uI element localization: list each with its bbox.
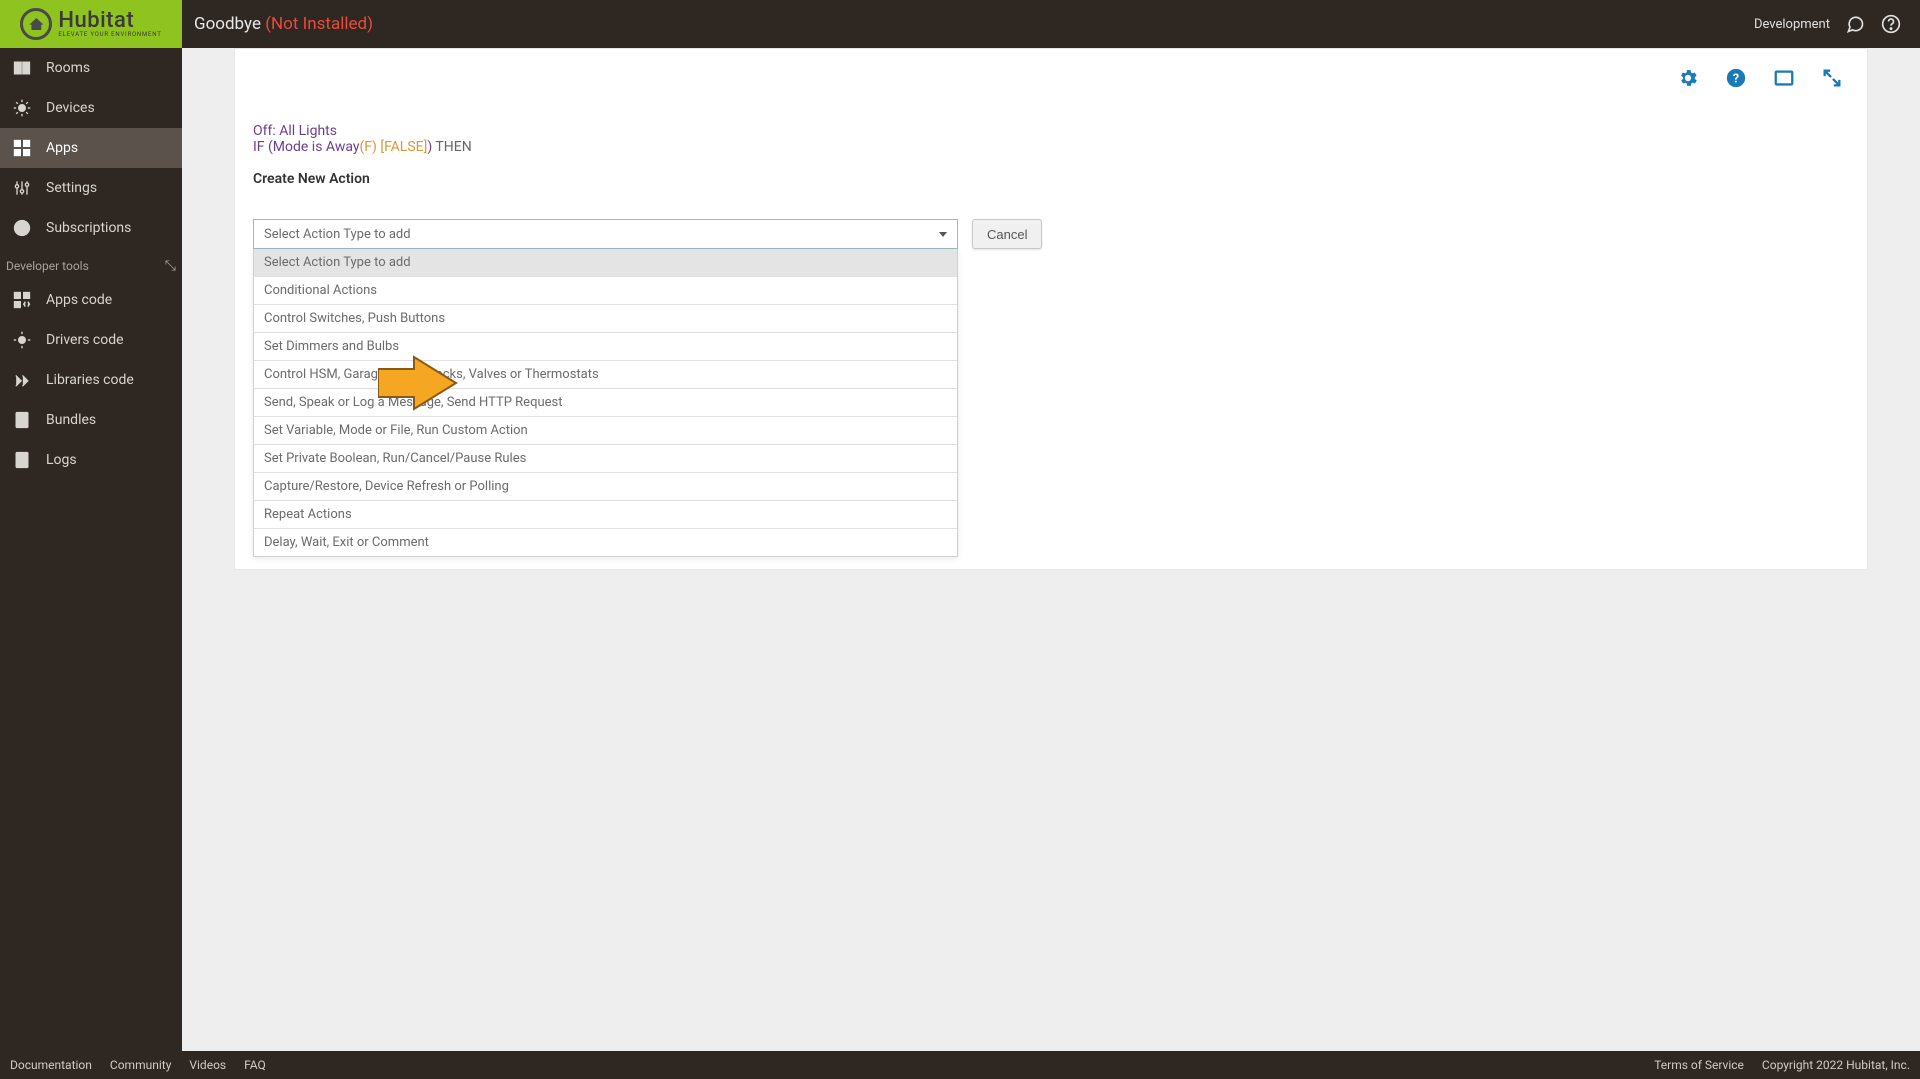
sidebar-item-label: Settings [46, 180, 97, 196]
rule-if: IF (Mode is Away [253, 139, 359, 155]
dropdown-option[interactable]: Select Action Type to add [254, 249, 957, 276]
sidebar-item-drivers-code[interactable]: Drivers code [0, 320, 182, 360]
sidebar-item-libraries-code[interactable]: Libraries code [0, 360, 182, 400]
sidebar-item-label: Subscriptions [46, 220, 131, 236]
cancel-button[interactable]: Cancel [972, 219, 1042, 249]
logo-main: Hubitat [58, 10, 161, 32]
main-content: ? Off: All Lights IF (Mode is Away(F) [F… [182, 48, 1920, 1051]
sidebar: Rooms Devices Apps Settings Subscription… [0, 48, 182, 1051]
apps-icon [12, 138, 32, 158]
card-toolbar: ? [253, 63, 1849, 123]
sidebar-item-logs[interactable]: Logs [0, 440, 182, 480]
dropdown-option[interactable]: Repeat Actions [254, 500, 957, 528]
dropdown-option[interactable]: Set Private Boolean, Run/Cancel/Pause Ru… [254, 444, 957, 472]
window-icon[interactable] [1773, 67, 1795, 93]
sidebar-item-subscriptions[interactable]: Subscriptions [0, 208, 182, 248]
sidebar-item-rooms[interactable]: Rooms [0, 48, 182, 88]
action-type-select[interactable]: Select Action Type to add [253, 219, 958, 249]
sidebar-item-label: Logs [46, 452, 77, 468]
sidebar-item-bundles[interactable]: Bundles [0, 400, 182, 440]
title-text: Goodbye [194, 14, 261, 34]
create-new-action-label: Create New Action [253, 171, 1849, 187]
rule-line-2: IF (Mode is Away(F) [FALSE]) THEN [253, 139, 1849, 155]
development-label: Development [1754, 17, 1830, 32]
libraries-code-icon [12, 370, 32, 390]
action-type-select-wrap: Select Action Type to add Select Action … [253, 219, 958, 249]
sidebar-item-label: Bundles [46, 412, 96, 428]
footer-link-documentation[interactable]: Documentation [10, 1058, 92, 1072]
action-type-dropdown: Select Action Type to add Conditional Ac… [253, 249, 958, 557]
dropdown-option[interactable]: Capture/Restore, Device Refresh or Polli… [254, 472, 957, 500]
drivers-code-icon [12, 330, 32, 350]
footer-tos[interactable]: Terms of Service [1654, 1058, 1744, 1072]
footer-link-videos[interactable]: Videos [189, 1058, 226, 1072]
logo-icon [20, 8, 52, 40]
footer-link-faq[interactable]: FAQ [244, 1058, 266, 1072]
chat-icon[interactable] [1844, 13, 1866, 35]
footer-link-community[interactable]: Community [110, 1058, 171, 1072]
devices-icon [12, 98, 32, 118]
dropdown-option[interactable]: Set Dimmers and Bulbs [254, 332, 957, 360]
sidebar-item-label: Drivers code [46, 332, 124, 348]
dropdown-option[interactable]: Send, Speak or Log a Message, Send HTTP … [254, 388, 957, 416]
annotation-arrow [378, 355, 458, 415]
footer-copyright: Copyright 2022 Hubitat, Inc. [1762, 1058, 1910, 1072]
logs-icon [12, 450, 32, 470]
footer: Documentation Community Videos FAQ Terms… [0, 1051, 1920, 1079]
rule-condition-result: (F) [FALSE] [359, 139, 427, 155]
card: ? Off: All Lights IF (Mode is Away(F) [F… [234, 48, 1868, 570]
sidebar-item-label: Devices [46, 100, 95, 116]
sidebar-item-label: Rooms [46, 60, 90, 76]
sidebar-item-label: Libraries code [46, 372, 134, 388]
dropdown-option[interactable]: Set Variable, Mode or File, Run Custom A… [254, 416, 957, 444]
collapse-icon[interactable]: ⤡ [165, 258, 176, 274]
logo-text: Hubitat ELEVATE YOUR ENVIRONMENT [58, 10, 161, 38]
help-icon[interactable] [1880, 13, 1902, 35]
help-icon[interactable]: ? [1725, 67, 1747, 93]
select-value: Select Action Type to add [264, 227, 411, 242]
developer-tools-label: Developer tools [6, 259, 89, 273]
bundles-icon [12, 410, 32, 430]
dropdown-option[interactable]: Delay, Wait, Exit or Comment [254, 528, 957, 556]
sidebar-item-label: Apps code [46, 292, 112, 308]
rule-line-1: Off: All Lights [253, 123, 1849, 139]
sidebar-item-apps-code[interactable]: Apps code [0, 280, 182, 320]
dropdown-option[interactable]: Control Switches, Push Buttons [254, 304, 957, 332]
top-header: Hubitat ELEVATE YOUR ENVIRONMENT Goodbye… [0, 0, 1920, 48]
rooms-icon [12, 58, 32, 78]
rule-then: THEN [435, 139, 471, 155]
subscriptions-icon [12, 218, 32, 238]
chevron-down-icon [939, 232, 947, 237]
developer-tools-header[interactable]: Developer tools ⤡ [0, 248, 182, 280]
apps-code-icon [12, 290, 32, 310]
logo-sub: ELEVATE YOUR ENVIRONMENT [58, 32, 161, 38]
svg-text:?: ? [1733, 72, 1739, 87]
sidebar-item-settings[interactable]: Settings [0, 168, 182, 208]
sidebar-item-label: Apps [46, 140, 78, 156]
expand-icon[interactable] [1821, 67, 1843, 93]
sidebar-item-apps[interactable]: Apps [0, 128, 182, 168]
not-installed-label: (Not Installed) [265, 14, 373, 34]
logo[interactable]: Hubitat ELEVATE YOUR ENVIRONMENT [0, 0, 182, 48]
page-title: Goodbye (Not Installed) [194, 14, 373, 34]
sidebar-item-devices[interactable]: Devices [0, 88, 182, 128]
gear-icon[interactable] [1677, 67, 1699, 93]
settings-icon [12, 178, 32, 198]
dropdown-option[interactable]: Control HSM, Garage Doors, Locks, Valves… [254, 360, 957, 388]
dropdown-option[interactable]: Conditional Actions [254, 276, 957, 304]
